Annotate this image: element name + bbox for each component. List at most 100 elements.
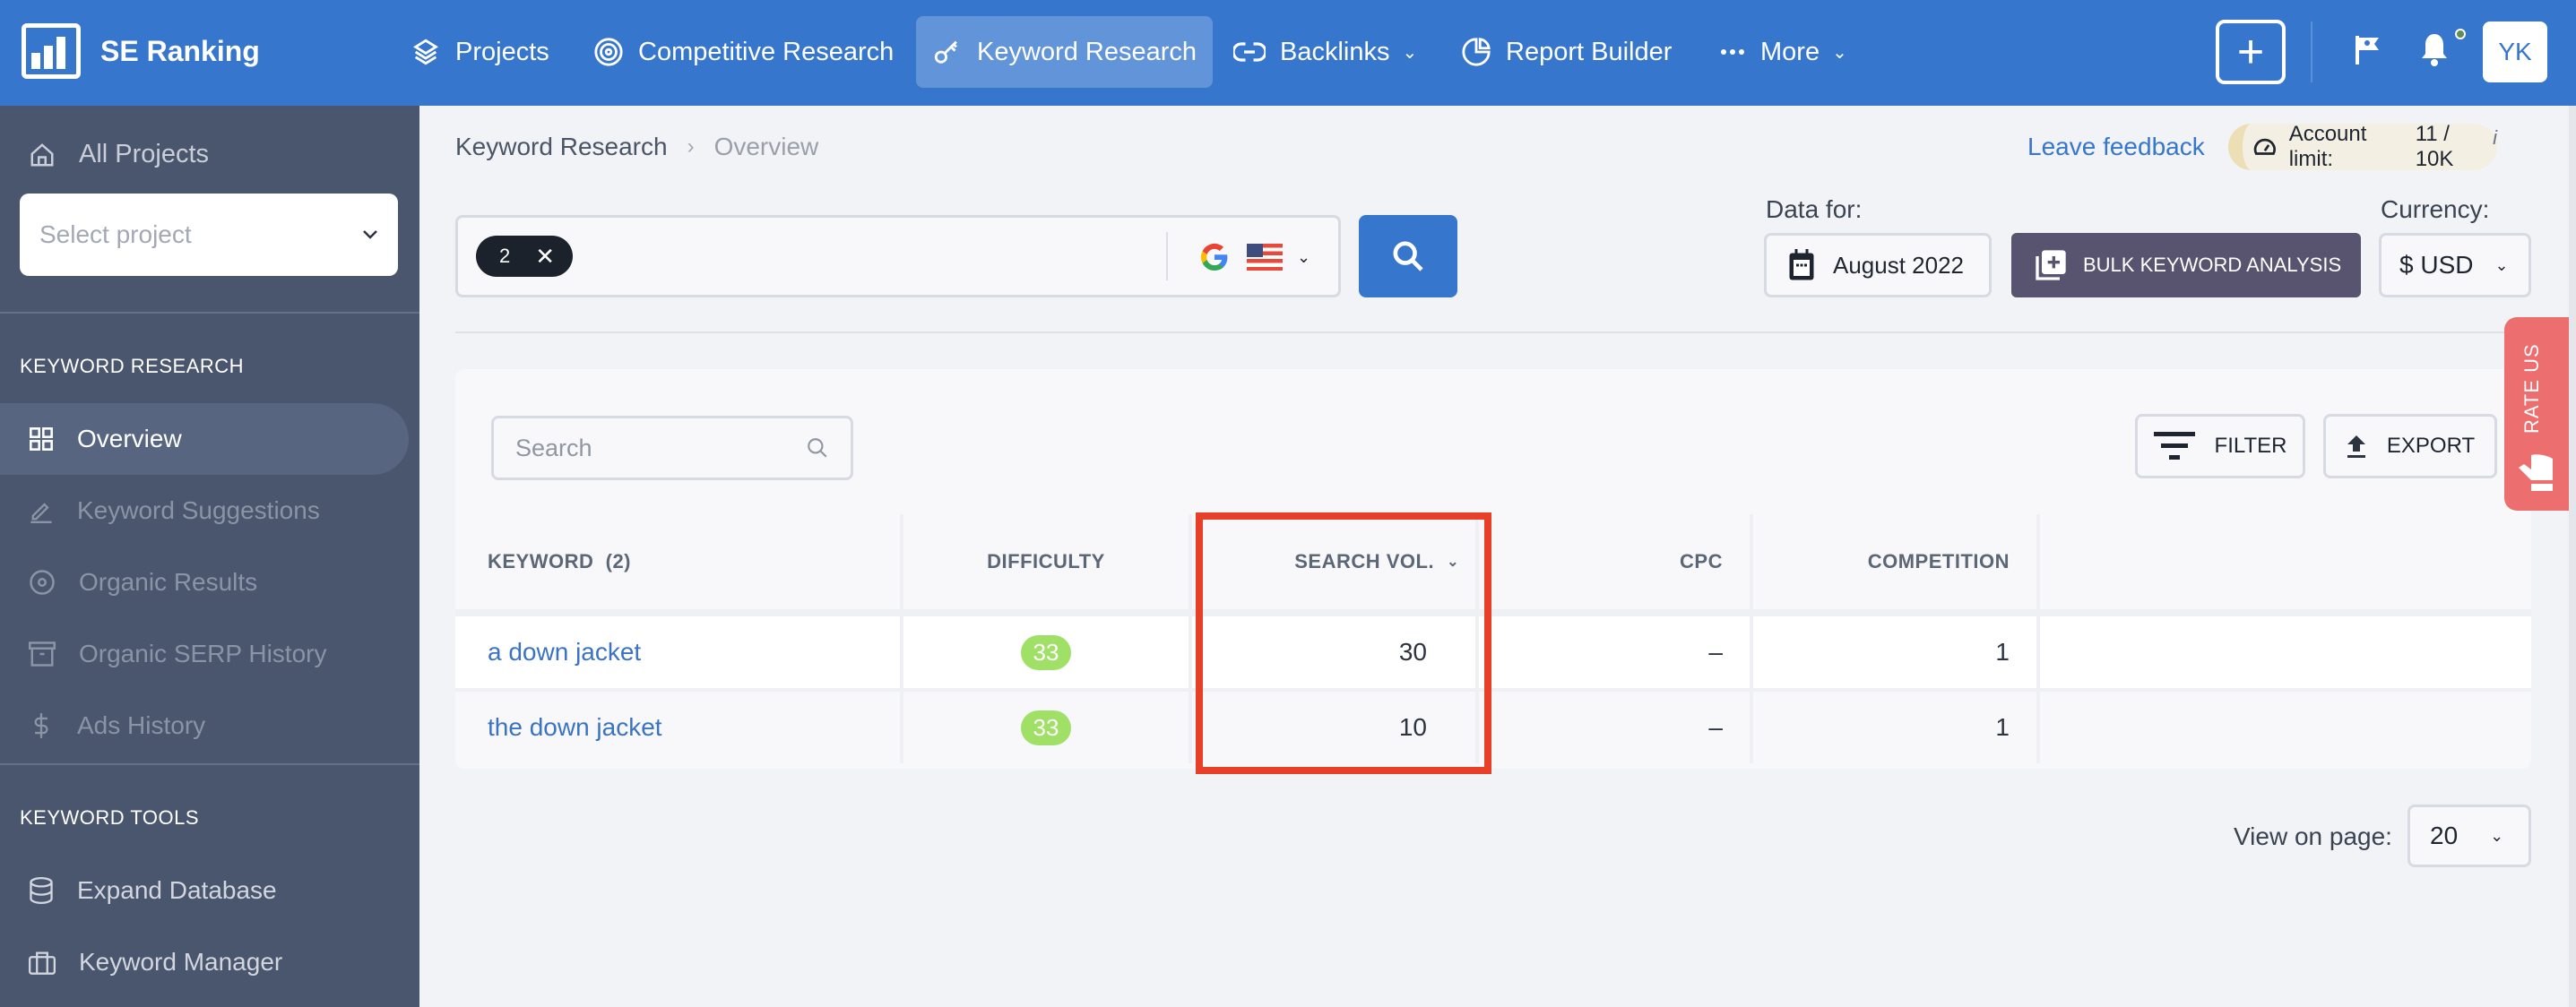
section-title: KEYWORD RESEARCH <box>20 355 245 377</box>
competition-cell: 1 <box>1753 692 2040 763</box>
search-vol-cell: 10 <box>1192 692 1479 763</box>
divider <box>455 331 2531 333</box>
table-search-input[interactable]: Search <box>491 416 853 480</box>
rate-us-tab[interactable]: RATE US <box>2504 317 2569 511</box>
column-header-competition[interactable]: COMPETITION <box>1753 514 2040 609</box>
avatar[interactable]: YK <box>2483 22 2547 82</box>
logo-icon <box>22 23 81 79</box>
currency-select[interactable]: $ USD ⌄ <box>2379 233 2531 297</box>
keyword-link[interactable]: a down jacket <box>488 638 641 667</box>
target-icon <box>30 570 55 595</box>
info-icon[interactable]: i <box>2493 126 2497 150</box>
close-icon[interactable]: ✕ <box>535 243 555 271</box>
select-project-placeholder: Select project <box>39 220 192 248</box>
bell-icon[interactable] <box>2420 30 2449 68</box>
pencil-icon <box>30 503 52 523</box>
currency-label: Currency: <box>2381 195 2490 223</box>
view-on-page-value: 20 <box>2430 822 2459 849</box>
column-header-keyword[interactable]: KEYWORD (2) <box>455 514 903 609</box>
sidebar-item-label: Keyword Manager <box>79 948 283 976</box>
nav-label: Report Builder <box>1506 37 1673 66</box>
keyword-input[interactable]: 2 ✕ ⌄ <box>455 215 1341 297</box>
keyword-cell: a down jacket <box>455 616 903 688</box>
column-header-difficulty[interactable]: DIFFICULTY <box>903 514 1192 609</box>
all-projects-label: All Projects <box>79 140 210 168</box>
column-header-cpc[interactable]: CPC <box>1479 514 1753 609</box>
export-label: EXPORT <box>2386 434 2476 458</box>
date-picker[interactable]: August 2022 <box>1764 233 1992 297</box>
export-button[interactable]: EXPORT <box>2323 414 2497 478</box>
account-limit-label: Account limit: <box>2288 122 2367 171</box>
scrollbar[interactable] <box>2569 106 2576 1007</box>
bulk-keyword-analysis-button[interactable]: BULK KEYWORD ANALYSIS <box>2011 233 2361 297</box>
app-name: SE Ranking <box>100 34 260 67</box>
column-label: SEARCH VOL. <box>1294 550 1435 572</box>
briefcase-icon <box>29 951 56 975</box>
divider <box>0 312 419 314</box>
difficulty-badge: 33 <box>1020 634 1072 670</box>
chevron-down-icon <box>363 230 377 239</box>
sidebar-item-ads-history[interactable]: Ads History <box>0 690 409 762</box>
nav-more[interactable]: More ⌄ <box>1703 16 1863 88</box>
upload-icon <box>2347 435 2365 458</box>
sidebar-item-expand-database[interactable]: Expand Database <box>0 855 409 926</box>
leave-feedback-link[interactable]: Leave feedback <box>2027 133 2205 161</box>
us-flag-icon <box>1247 244 1283 271</box>
bulk-button-label: BULK KEYWORD ANALYSIS <box>2083 254 2342 276</box>
notification-dot <box>2455 29 2466 39</box>
divider <box>455 609 2531 616</box>
search-vol-cell: 30 <box>1192 616 1479 688</box>
account-limit-value: 11 / 10K <box>2415 122 2454 171</box>
sidebar-item-organic-results[interactable]: Organic Results <box>0 547 409 618</box>
column-header-search-vol[interactable]: SEARCH VOL. ⌄ <box>1192 514 1479 609</box>
google-icon <box>1200 243 1228 271</box>
sidebar-all-projects[interactable]: All Projects <box>29 140 209 169</box>
calendar-icon <box>1789 249 1814 280</box>
keyword-count-chip[interactable]: 2 ✕ <box>476 236 573 277</box>
table-header: KEYWORD (2) DIFFICULTY SEARCH VOL. ⌄ CPC … <box>455 514 2531 609</box>
empty-cell <box>2040 616 2531 688</box>
sidebar-item-label: Overview <box>77 425 182 452</box>
sidebar-item-overview[interactable]: Overview <box>0 403 409 475</box>
grid-icon <box>30 427 53 451</box>
search-icon <box>808 438 827 458</box>
sidebar-item-keyword-suggestions[interactable]: Keyword Suggestions <box>0 475 409 547</box>
divider <box>0 763 419 765</box>
archive-icon <box>29 641 56 667</box>
nav-label: Competitive Research <box>638 37 895 66</box>
nav-projects[interactable]: Projects <box>394 16 566 88</box>
filter-button[interactable]: FILTER <box>2135 414 2305 478</box>
gauge-icon <box>2253 138 2276 155</box>
target-icon <box>594 38 623 66</box>
flag-icon[interactable] <box>2354 34 2381 66</box>
add-button[interactable]: + <box>2216 20 2286 84</box>
cpc-cell: – <box>1479 616 1753 688</box>
sidebar-item-label: Ads History <box>77 711 206 739</box>
nav-backlinks[interactable]: Backlinks ⌄ <box>1217 16 1433 88</box>
sidebar-item-organic-serp-history[interactable]: Organic SERP History <box>0 618 409 690</box>
logo[interactable]: SE Ranking <box>22 23 260 79</box>
sidebar-item-label: Organic Results <box>79 568 258 596</box>
sidebar-item-label: Expand Database <box>77 876 277 904</box>
engine-country-selector[interactable]: ⌄ <box>1198 241 1310 273</box>
column-label: CPC <box>1680 550 1723 572</box>
sidebar-item-keyword-manager[interactable]: Keyword Manager <box>0 926 409 998</box>
competition-cell: 1 <box>1753 616 2040 688</box>
breadcrumb-current: Overview <box>713 133 819 160</box>
data-for-label: Data for: <box>1766 195 1863 223</box>
chevron-down-icon: ⌄ <box>1297 247 1311 266</box>
select-project-dropdown[interactable]: Select project <box>20 194 398 276</box>
keyword-link[interactable]: the down jacket <box>488 713 662 742</box>
rate-us-label: RATE US <box>2520 343 2543 434</box>
sort-desc-icon: ⌄ <box>1447 555 1459 570</box>
nav-competitive-research[interactable]: Competitive Research <box>577 16 910 88</box>
home-icon <box>30 142 54 166</box>
column-label: KEYWORD (2) <box>488 550 631 572</box>
nav-keyword-research[interactable]: Keyword Research <box>916 16 1213 88</box>
pie-chart-icon <box>1462 38 1491 66</box>
view-on-page-select[interactable]: 20 ⌄ <box>2407 805 2531 867</box>
search-placeholder: Search <box>515 434 592 461</box>
nav-report-builder[interactable]: Report Builder <box>1445 16 1688 88</box>
search-button[interactable] <box>1359 215 1457 297</box>
breadcrumb-parent[interactable]: Keyword Research <box>455 133 668 161</box>
